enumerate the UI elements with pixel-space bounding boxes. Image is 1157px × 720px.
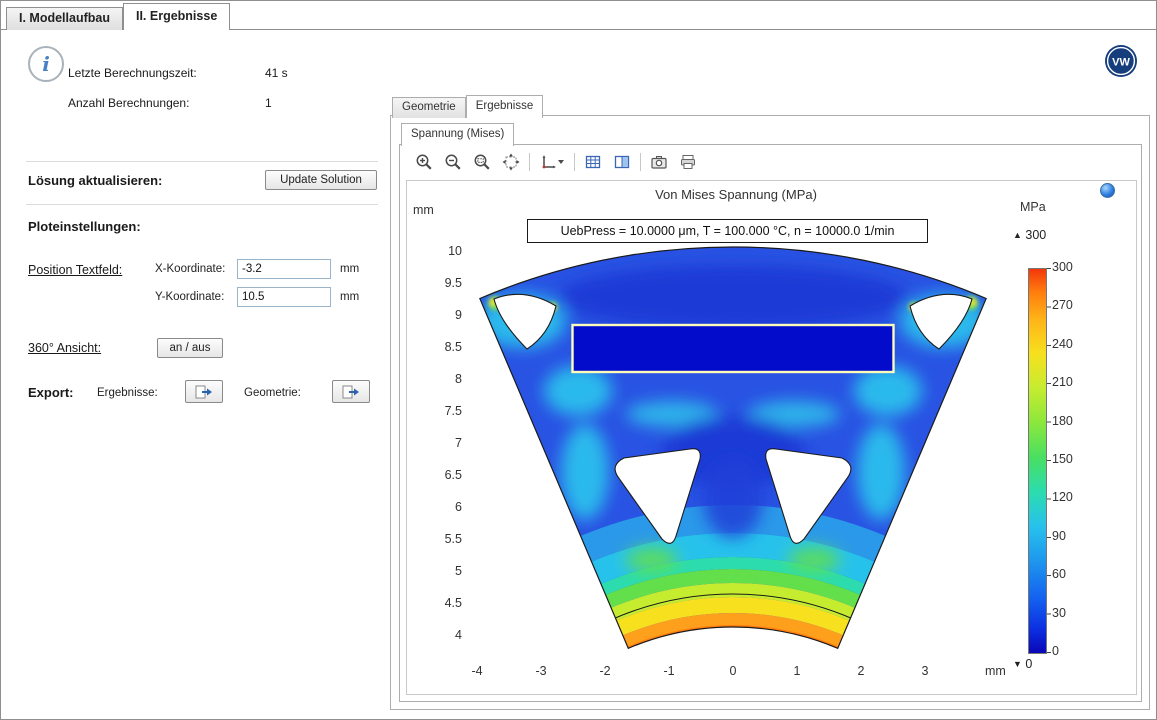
svg-text:VW: VW [1112, 57, 1130, 69]
colorbar-tick: 120 [1052, 490, 1088, 504]
toolbar-separator [529, 153, 530, 171]
export-icon [194, 384, 214, 400]
y-tick: 5.5 [420, 532, 462, 546]
calc-time-value: 41 s [265, 66, 288, 80]
tab-ergebnisse-plot[interactable]: Ergebnisse [466, 95, 544, 118]
y-coordinate-label: Y-Koordinate: [155, 291, 224, 303]
y-tick: 7.5 [420, 404, 462, 418]
colorbar-tick: 90 [1052, 529, 1088, 543]
separator-line [26, 161, 378, 162]
export-results-label: Ergebnisse: [97, 387, 158, 399]
split-view-icon[interactable] [611, 151, 633, 173]
x-tick: 1 [777, 664, 817, 678]
colorbar-min-marker: ▼ 0 [1013, 657, 1032, 671]
tab-ergebnisse[interactable]: II. Ergebnisse [123, 3, 230, 30]
tab-geometrie[interactable]: Geometrie [392, 97, 466, 118]
y-tick: 6 [420, 500, 462, 514]
colorbar-tick: 300 [1052, 260, 1088, 274]
export-geometry-label: Geometrie: [244, 387, 301, 399]
colorbar-tick: 150 [1052, 452, 1088, 466]
y-tick: 8.5 [420, 340, 462, 354]
plot-settings-heading: Ploteinstellungen: [28, 219, 141, 234]
chevron-down-icon [557, 159, 565, 165]
export-geometry-button[interactable] [332, 380, 370, 403]
y-tick: 8 [420, 372, 462, 386]
y-tick: 4 [420, 628, 462, 642]
colorbar-tick: 180 [1052, 414, 1088, 428]
x-tick: -1 [649, 664, 689, 678]
y-tick: 10 [420, 244, 462, 258]
textfield-position-label: Position Textfeld: [28, 263, 122, 277]
colorbar-tick: 240 [1052, 337, 1088, 351]
colorbar-tick: 0 [1052, 644, 1088, 658]
export-icon [341, 384, 361, 400]
plot-tab-bar: Spannung (Mises) [401, 123, 514, 146]
y-tick: 7 [420, 436, 462, 450]
x-tick: -3 [521, 664, 561, 678]
view-360-label: 360° Ansicht: [28, 341, 101, 355]
zoom-in-icon[interactable] [413, 151, 435, 173]
calc-time-label: Letzte Berechnungszeit: [68, 66, 197, 80]
update-solution-label: Lösung aktualisieren: [28, 173, 162, 188]
update-solution-button[interactable]: Update Solution [265, 170, 377, 190]
snapshot-camera-icon[interactable] [648, 151, 670, 173]
colorbar-tick: 210 [1052, 375, 1088, 389]
y-unit-label: mm [340, 291, 359, 303]
info-icon: i [28, 46, 64, 82]
tab-spannung-mises[interactable]: Spannung (Mises) [401, 123, 514, 146]
x-unit-label: mm [340, 263, 359, 275]
y-tick: 4.5 [420, 596, 462, 610]
x-tick: -2 [585, 664, 625, 678]
show-table-icon[interactable] [582, 151, 604, 173]
graphics-toolbar [404, 147, 1147, 177]
view-orientation-icon[interactable] [537, 151, 567, 173]
main-tab-bar: I. Modellaufbau II. Ergebnisse [6, 4, 230, 30]
separator-line [26, 204, 378, 205]
colorbar-tick: 60 [1052, 567, 1088, 581]
colorbar-unit: MPa [1020, 200, 1046, 214]
x-tick: 3 [905, 664, 945, 678]
y-coordinate-input[interactable] [237, 287, 331, 307]
y-tick: 5 [420, 564, 462, 578]
calc-count-label: Anzahl Berechnungen: [68, 96, 189, 110]
zoom-box-icon[interactable] [471, 151, 493, 173]
export-results-button[interactable] [185, 380, 223, 403]
colorbar-tick: 30 [1052, 606, 1088, 620]
print-icon[interactable] [677, 151, 699, 173]
x-axis-unit: mm [985, 664, 1006, 678]
vw-logo: VW [1104, 44, 1138, 83]
triangle-down-icon: ▼ [1013, 659, 1022, 669]
x-coordinate-input[interactable] [237, 259, 331, 279]
y-tick: 9 [420, 308, 462, 322]
colorbar-tick: 270 [1052, 298, 1088, 312]
y-tick: 9.5 [420, 276, 462, 290]
zoom-out-icon[interactable] [442, 151, 464, 173]
colorbar-max-marker: ▲ 300 [1013, 228, 1046, 242]
x-coordinate-label: X-Koordinate: [155, 263, 225, 275]
calc-count-value: 1 [265, 96, 272, 110]
colorbar-gradient [1028, 268, 1047, 654]
triangle-up-icon: ▲ [1013, 230, 1022, 240]
y-tick: 6.5 [420, 468, 462, 482]
x-tick: 2 [841, 664, 881, 678]
results-tab-bar: Geometrie Ergebnisse [392, 95, 543, 118]
export-heading: Export: [28, 385, 74, 400]
x-tick: -4 [457, 664, 497, 678]
zoom-extents-icon[interactable] [500, 151, 522, 173]
toolbar-separator [574, 153, 575, 171]
tab-modellaufbau[interactable]: I. Modellaufbau [6, 7, 123, 30]
von-mises-contour [406, 180, 1135, 693]
vw-logo-icon: VW [1104, 44, 1138, 78]
toolbar-separator [640, 153, 641, 171]
magnet-rect [573, 325, 894, 372]
view-360-toggle-button[interactable]: an / aus [157, 338, 223, 358]
plot-annotation-box: UebPress = 10.0000 μm, T = 100.000 °C, n… [527, 219, 928, 243]
x-tick: 0 [713, 664, 753, 678]
colorbar-tickmarks [1047, 268, 1051, 654]
